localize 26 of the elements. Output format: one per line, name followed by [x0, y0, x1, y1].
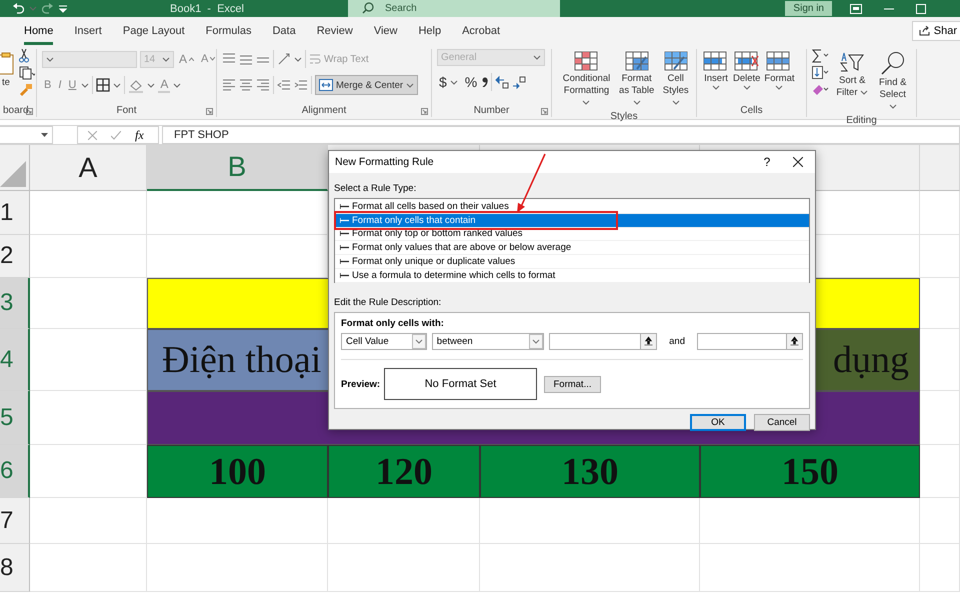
ribbon-button: Cell Styles [660, 49, 691, 111]
group-label: Cells [739, 105, 764, 117]
group-label: Editing [845, 115, 878, 126]
group-label: Font [115, 105, 138, 117]
window-title: Book1 - Excel [170, 2, 245, 14]
section-label: Select a Rule Type: [334, 183, 418, 195]
preview-box: No Format Set [384, 368, 537, 400]
ribbon-button: Format as Table [614, 49, 658, 111]
dialog-title: New Formatting Rule [335, 156, 435, 168]
table-cell: 100 [147, 445, 328, 498]
ribbon-button: Insert [702, 49, 730, 92]
ribbon-button: Find & Select [874, 49, 911, 115]
ribbon-button: Sort & Filter [834, 49, 870, 101]
group-label: Styles [609, 111, 639, 122]
table-cell: 120 [328, 445, 480, 498]
table-cell: 130 [480, 445, 700, 498]
section-label: Edit the Rule Description: [334, 297, 442, 309]
ribbon-button: Conditional Formatting [560, 49, 613, 111]
preview-label: Preview: [341, 378, 382, 390]
joiner-label: and [669, 336, 685, 347]
group-label: Alignment [300, 105, 348, 117]
ribbon-button: Format [763, 49, 796, 92]
ribbon-button: Delete [732, 49, 762, 92]
table-cell: 150 [700, 445, 920, 498]
group-label: Number [472, 105, 510, 117]
condition-label: Format only cells with: [341, 318, 445, 330]
